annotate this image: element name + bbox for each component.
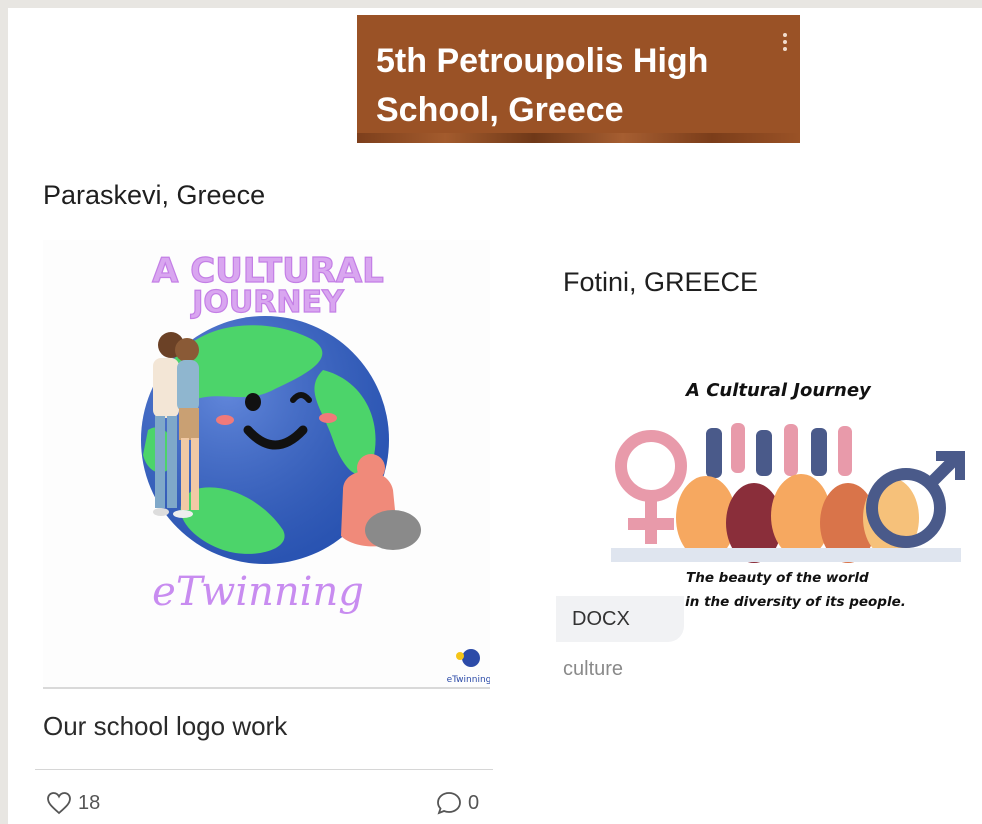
comment-bubble-icon [437, 792, 461, 815]
cultural-journey-logo-illustration: A CULTURAL JOURNEY eTwinning eTwinning [141, 250, 491, 685]
header-image-strip [357, 133, 800, 143]
etwinning-logo-icon: eTwinning [447, 649, 491, 685]
comment-count: 0 [468, 791, 480, 814]
board-title-line-2: School, Greece [376, 91, 624, 129]
doc-quote-line-2: lies in the diversity of its people. [654, 594, 906, 610]
etwinning-logo-text: eTwinning [447, 675, 490, 685]
file-type-badge: DOCX [556, 596, 684, 642]
female-symbol-icon [615, 430, 687, 544]
kebab-menu-icon[interactable] [781, 33, 789, 57]
board-header-card[interactable]: 5th Petroupolis High School, Greece [357, 15, 800, 143]
post-tag: culture [563, 658, 624, 680]
post-footer-divider [35, 769, 493, 770]
logo-heading-line-2: JOURNEY [190, 285, 345, 320]
like-count: 18 [78, 791, 101, 814]
hugging-people-illustration [153, 332, 199, 518]
padlet-board: 5th Petroupolis High School, Greece Para… [8, 8, 982, 824]
post-author: Paraskevi, Greece [43, 180, 266, 210]
board-title-line-1: 5th Petroupolis High [376, 42, 709, 80]
doc-quote-line-1: The beauty of the world [686, 570, 869, 586]
like-button[interactable]: 18 [46, 789, 100, 817]
logo-brand-script: eTwinning [152, 569, 364, 615]
board-title: 5th Petroupolis High School, Greece [376, 37, 766, 135]
heart-icon [47, 792, 71, 815]
post-caption: Our school logo work [43, 711, 288, 741]
raised-hands-illustration [706, 423, 852, 478]
diversity-illustration [611, 423, 965, 563]
illustration-ground [611, 548, 961, 562]
post-image-cultural-journey-logo[interactable]: A CULTURAL JOURNEY eTwinning eTwinning [43, 240, 491, 689]
comment-button[interactable]: 0 [436, 789, 479, 817]
post-author: Fotini, GREECE [563, 267, 759, 297]
